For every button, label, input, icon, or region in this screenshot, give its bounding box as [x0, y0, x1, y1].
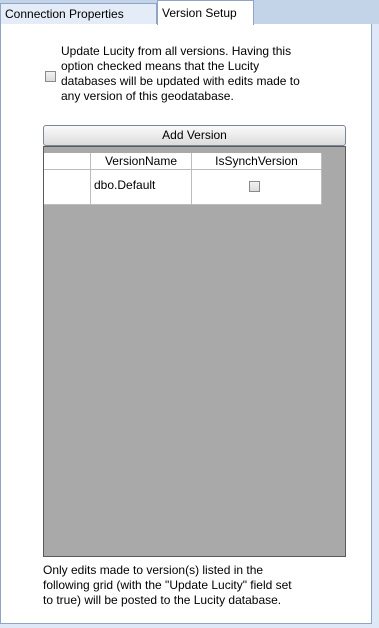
tab-connection-properties[interactable]: Connection Properties	[0, 3, 157, 24]
column-header-is-synch-version[interactable]: IsSynchVersion	[192, 153, 322, 170]
footer-note: Only edits made to version(s) listed in …	[43, 563, 292, 607]
update-all-versions-description: Update Lucity from all versions. Having …	[61, 44, 300, 103]
tab-strip: Connection Properties Version Setup	[0, 0, 379, 25]
panel-right-strip	[372, 24, 379, 628]
version-name-cell[interactable]: dbo.Default	[91, 170, 192, 205]
update-all-versions-checkbox[interactable]	[45, 71, 56, 82]
row-header[interactable]	[44, 170, 91, 205]
is-synch-version-checkbox[interactable]	[249, 181, 260, 192]
versions-grid: VersionName IsSynchVersion dbo.Default	[43, 146, 346, 557]
grid-row-header-corner	[44, 153, 91, 170]
tab-version-setup[interactable]: Version Setup	[157, 0, 254, 25]
add-version-button[interactable]: Add Version	[43, 125, 346, 146]
is-synch-version-cell[interactable]	[192, 170, 322, 205]
column-header-version-name[interactable]: VersionName	[91, 153, 192, 170]
grid-header-row: VersionName IsSynchVersion	[44, 147, 345, 170]
